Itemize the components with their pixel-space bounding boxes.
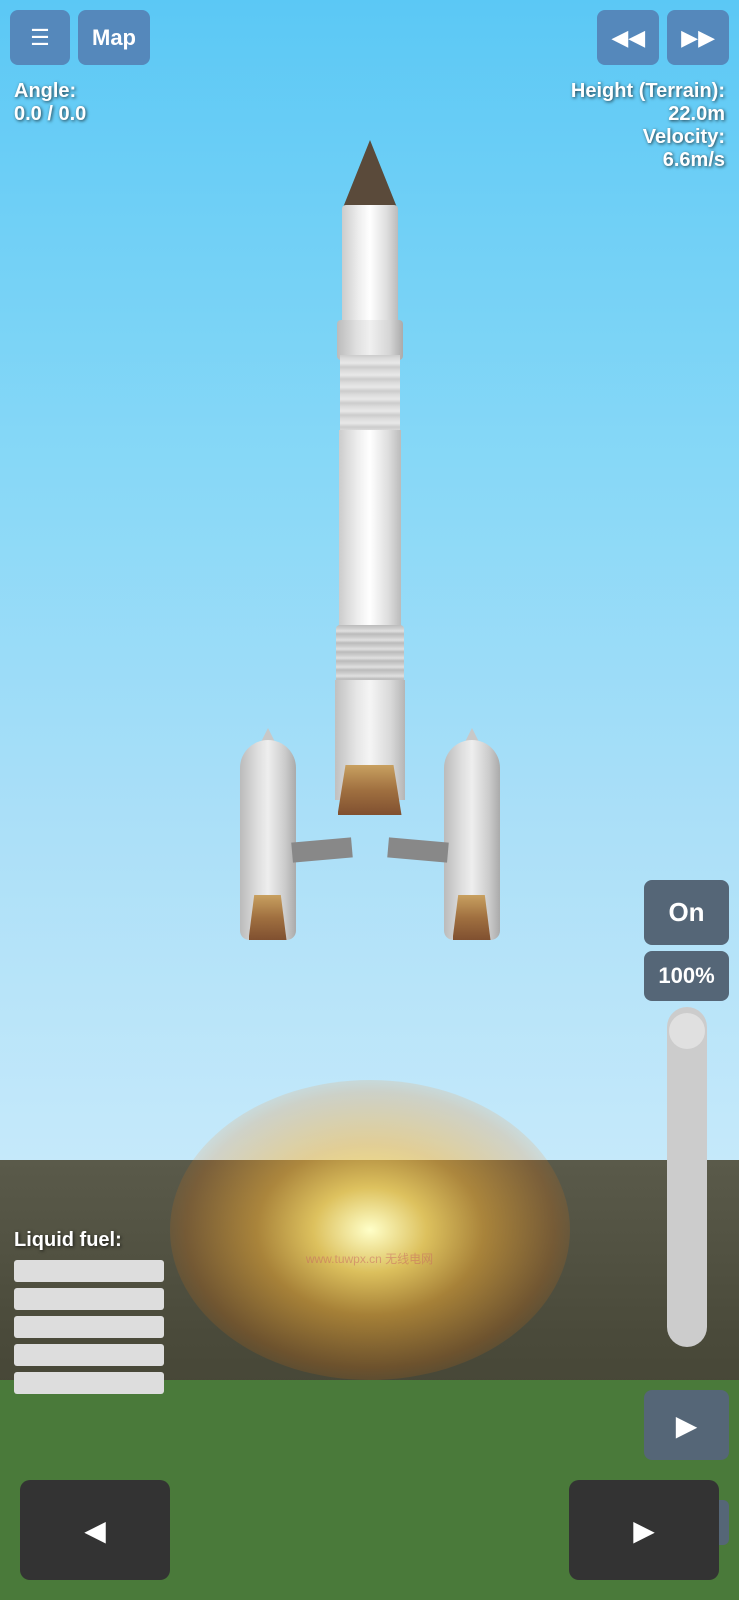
toolbar-right: ◀◀ ▶▶ [597, 10, 729, 65]
fuel-bar-5 [14, 1372, 164, 1394]
fuel-bar-row-4 [14, 1344, 164, 1366]
engine-bell-booster-right [453, 895, 491, 940]
watermark: www.tuwpx.cn 无线电网 [306, 1250, 433, 1267]
steer-right-icon: ▶ [633, 1514, 655, 1547]
fuel-bar-row-3 [14, 1316, 164, 1338]
toolbar: ☰ Map ◀◀ ▶▶ [10, 10, 729, 65]
fuel-bar-row-5 [14, 1372, 164, 1394]
on-button[interactable]: On [644, 880, 729, 945]
fuel-bar-3 [14, 1316, 164, 1338]
fuel-bar-2 [14, 1288, 164, 1310]
fuel-section: Liquid fuel: [14, 1229, 164, 1400]
booster-right [444, 740, 500, 940]
rewind-icon: ◀◀ [611, 25, 645, 51]
throttle-handle[interactable] [669, 1013, 705, 1049]
strut-left [291, 837, 353, 862]
angle-label: Angle: [14, 80, 86, 103]
fuel-bar-1 [14, 1260, 164, 1282]
rocket-lower-body [335, 680, 405, 800]
throttle-slider[interactable] [667, 1007, 707, 1347]
fastforward-icon: ▶▶ [681, 25, 715, 51]
strut-right [387, 837, 449, 862]
rewind-button[interactable]: ◀◀ [597, 10, 659, 65]
menu-icon: ☰ [30, 25, 50, 51]
fuel-bar-4 [14, 1344, 164, 1366]
toolbar-left: ☰ Map [10, 10, 150, 65]
play-button[interactable]: ▶ [644, 1390, 729, 1460]
height-value: 22.0m [571, 103, 725, 126]
throttle-label: 100% [644, 951, 729, 1001]
play-icon: ▶ [676, 1409, 698, 1442]
fuel-bar-row-2 [14, 1288, 164, 1310]
hud-right: Height (Terrain): 22.0m Velocity: 6.6m/s [571, 80, 725, 172]
fuel-label: Liquid fuel: [14, 1229, 164, 1252]
right-controls: On 100% [644, 880, 729, 1347]
booster-left [240, 740, 296, 940]
hud-left: Angle: 0.0 / 0.0 [14, 80, 86, 126]
steer-right-button[interactable]: ▶ [569, 1480, 719, 1580]
rocket-upper-body [342, 205, 398, 325]
rocket-ribbed-section [340, 355, 400, 435]
height-label: Height (Terrain): [571, 80, 725, 103]
rocket-nosecone [342, 140, 398, 210]
bottom-controls: ◀ ▶ [0, 1480, 739, 1580]
throttle-value: 100% [658, 963, 714, 989]
on-label: On [668, 897, 704, 928]
rocket-ribbed-section-2 [336, 625, 404, 685]
map-label: Map [92, 25, 136, 51]
fastforward-button[interactable]: ▶▶ [667, 10, 729, 65]
game-screen: www.tuwpx.cn 无线电网 ☰ Map ◀◀ ▶▶ Angle: 0.0… [0, 0, 739, 1600]
menu-button[interactable]: ☰ [10, 10, 70, 65]
velocity-label: Velocity: [571, 126, 725, 149]
rocket-mid-body [339, 430, 401, 630]
engine-bell-booster-left [249, 895, 287, 940]
angle-value: 0.0 / 0.0 [14, 103, 86, 126]
steer-left-button[interactable]: ◀ [20, 1480, 170, 1580]
map-button[interactable]: Map [78, 10, 150, 65]
velocity-value: 6.6m/s [571, 149, 725, 172]
fuel-bar-row-1 [14, 1260, 164, 1282]
rocket-ring [337, 320, 403, 360]
steer-left-icon: ◀ [84, 1514, 106, 1547]
rocket [220, 140, 520, 1140]
